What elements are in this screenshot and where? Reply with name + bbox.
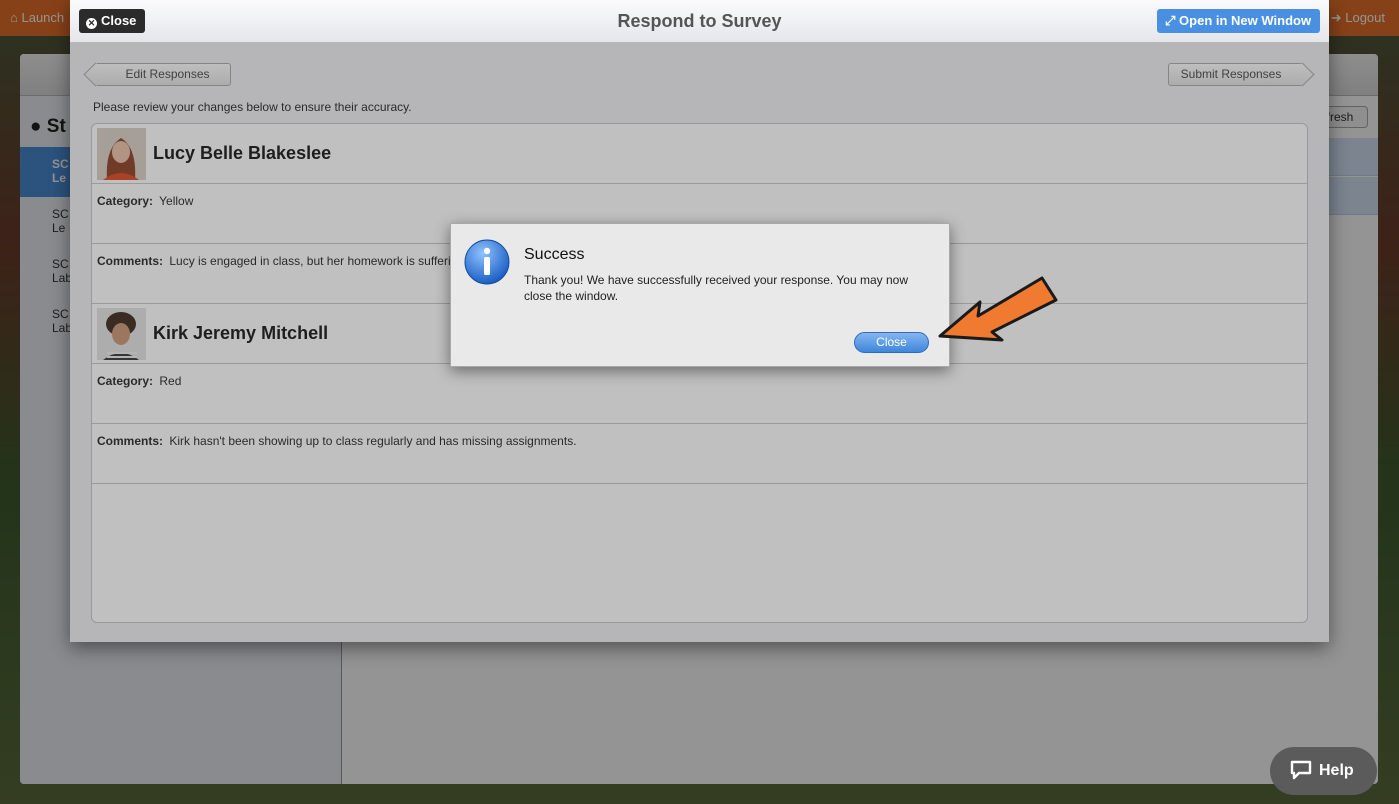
open-in-new-window-button[interactable]: ⤢ Open in New Window <box>1157 9 1320 33</box>
help-button[interactable]: Help <box>1270 747 1377 795</box>
success-dialog: Success Thank you! We have successfully … <box>450 223 950 367</box>
arrow-annotation-icon <box>938 276 1058 342</box>
survey-modal-header: ✕ Close Respond to Survey ⤢ Open in New W… <box>70 0 1329 43</box>
dialog-title: Success <box>524 246 585 263</box>
expand-icon: ⤢ <box>1165 13 1176 28</box>
info-icon <box>464 239 510 285</box>
dialog-message: Thank you! We have successfully received… <box>524 273 908 303</box>
help-label: Help <box>1319 762 1354 779</box>
dialog-close-button[interactable]: Close <box>854 332 929 353</box>
chat-bubble-icon <box>1290 760 1312 780</box>
survey-modal-title: Respond to Survey <box>617 11 782 31</box>
